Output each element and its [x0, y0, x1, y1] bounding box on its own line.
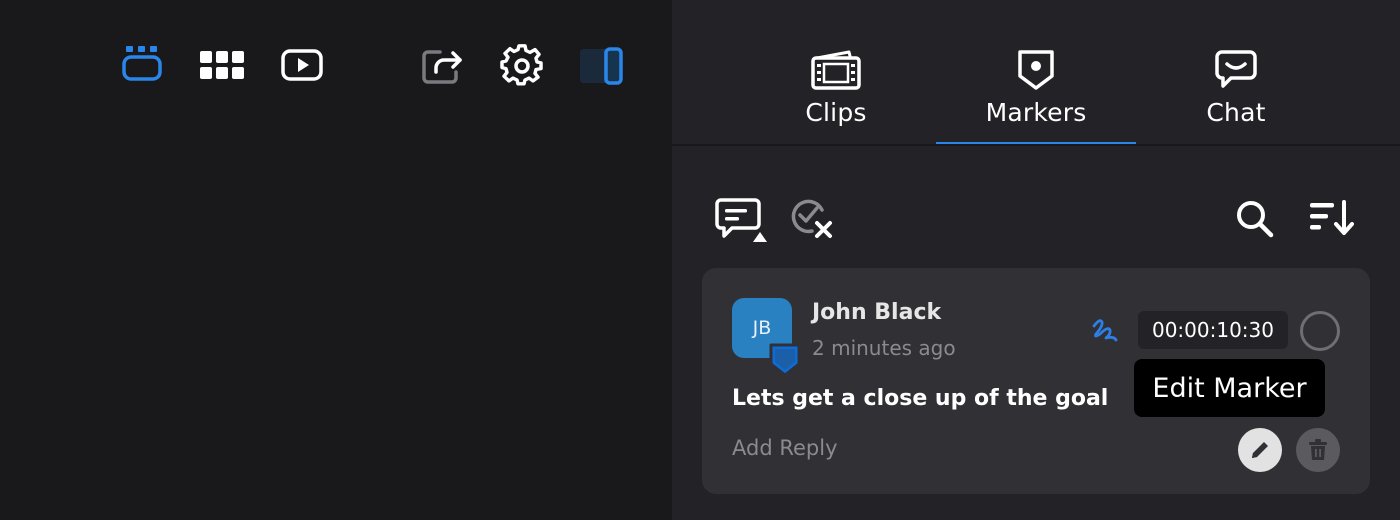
sort-icon[interactable]: [1308, 198, 1356, 238]
marker-badge-icon: [768, 342, 802, 382]
marker-card[interactable]: JB John Black 2 minutes ago Lets get a c…: [702, 268, 1370, 494]
grid-icon[interactable]: [198, 48, 246, 84]
pencil-icon: [1252, 442, 1268, 458]
tab-divider: [672, 144, 1400, 146]
clips-icon: [809, 48, 863, 90]
author-name: John Black: [812, 300, 942, 325]
marker-comment: Lets get a close up of the goal: [732, 386, 1109, 411]
right-pane: Clips Markers Chat JB John Black 2 minut…: [672, 0, 1400, 520]
search-icon[interactable]: [1234, 198, 1276, 238]
tab-label: Markers: [985, 98, 1087, 127]
comment-filter-icon[interactable]: [714, 196, 770, 244]
marker-pin-icon: [1016, 48, 1056, 90]
tab-label: Clips: [805, 98, 867, 127]
layout-stack-icon[interactable]: [120, 44, 164, 84]
play-icon[interactable]: [280, 46, 324, 86]
drawing-icon: [1090, 316, 1120, 348]
share-icon[interactable]: [420, 44, 466, 88]
select-marker-checkbox[interactable]: [1300, 311, 1340, 351]
edit-marker-tooltip: Edit Marker: [1134, 359, 1325, 417]
chat-icon: [1213, 48, 1259, 90]
sidebar-toggle-icon[interactable]: [578, 46, 624, 86]
trash-icon: [1309, 439, 1327, 460]
delete-marker-button[interactable]: [1296, 428, 1340, 472]
timecode-badge[interactable]: 00:00:10:30: [1138, 311, 1288, 349]
clear-resolved-icon[interactable]: [788, 196, 840, 244]
edit-marker-button[interactable]: [1238, 428, 1282, 472]
add-reply-button[interactable]: Add Reply: [732, 436, 838, 460]
tab-clips[interactable]: Clips: [736, 0, 936, 146]
tab-label: Chat: [1206, 98, 1266, 127]
timestamp: 2 minutes ago: [812, 336, 956, 360]
tab-chat[interactable]: Chat: [1136, 0, 1336, 146]
gear-icon[interactable]: [500, 44, 544, 88]
left-pane: [0, 0, 672, 520]
tab-markers[interactable]: Markers: [936, 0, 1136, 146]
